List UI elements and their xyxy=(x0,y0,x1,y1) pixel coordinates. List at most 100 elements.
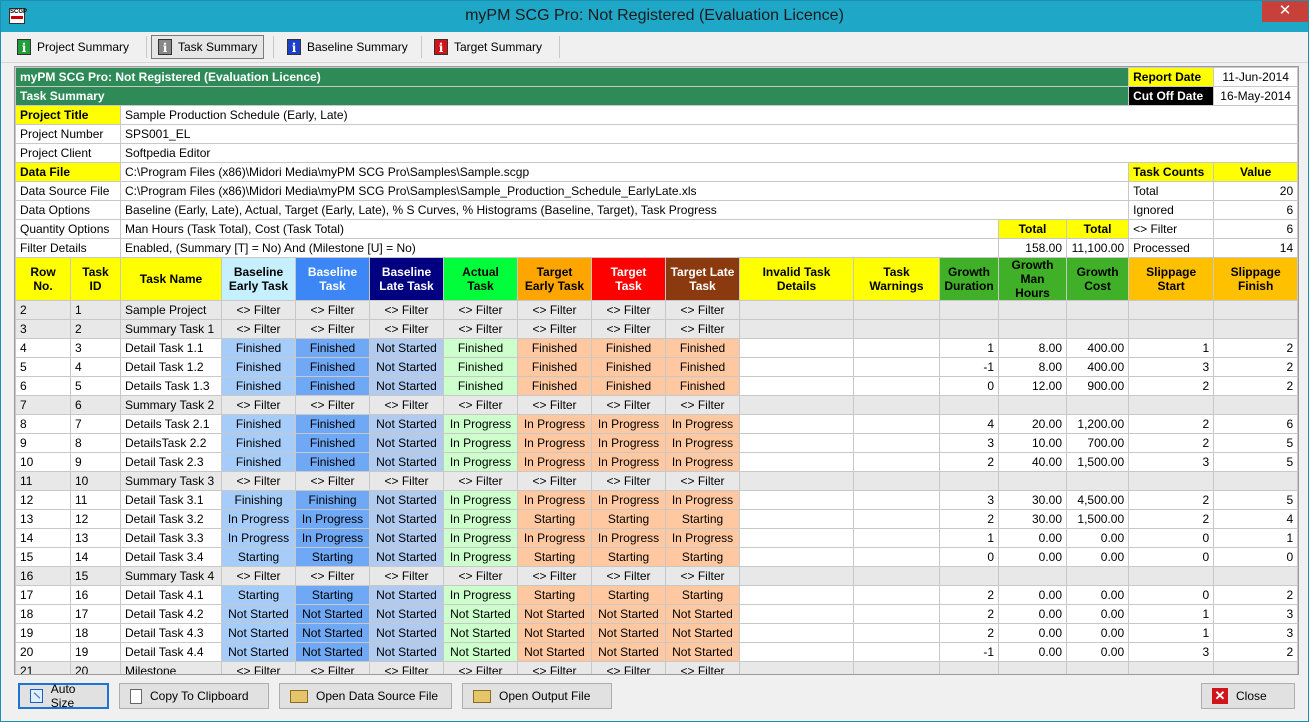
col-invalid-details[interactable]: Invalid Task Details xyxy=(739,257,854,301)
cell-row-no: 11 xyxy=(15,471,71,491)
table-row[interactable]: 5 4 Detail Task 1.2 Finished Finished Not Sta… xyxy=(15,357,1298,377)
col-baseline-late[interactable]: Baseline Late Task xyxy=(369,257,444,301)
info-blue-icon: i xyxy=(287,39,301,55)
cell-task-warnings xyxy=(853,319,940,339)
cell-target-late-status: Finished xyxy=(665,357,740,377)
cell-task-warnings xyxy=(853,528,940,548)
window-close-button[interactable]: ✕ xyxy=(1262,1,1308,22)
cell-target-early-status: In Progress xyxy=(517,452,592,472)
tab-label: Project Summary xyxy=(37,40,130,54)
task-summary-grid[interactable]: myPM SCG Pro: Not Registered (Evaluation… xyxy=(14,66,1299,675)
table-row[interactable]: 10 9 Detail Task 2.3 Finished Finished Not St… xyxy=(15,452,1298,472)
col-task-name[interactable]: Task Name xyxy=(120,257,222,301)
col-target[interactable]: Target Task xyxy=(591,257,666,301)
col-growth-man-hours[interactable]: Growth Man Hours xyxy=(998,257,1067,301)
cell-target-early-status: Starting xyxy=(517,509,592,529)
table-row[interactable]: 17 16 Detail Task 4.1 Starting Starting Not S… xyxy=(15,585,1298,605)
cell-slippage-finish: 2 xyxy=(1213,642,1298,662)
cell-actual-status: In Progress xyxy=(443,433,518,453)
title-bar: SCGP myPM SCG Pro: Not Registered (Evalu… xyxy=(1,1,1308,32)
col-slippage-finish[interactable]: Slippage Finish xyxy=(1213,257,1298,301)
sheet-title-cell: Task Summary xyxy=(15,86,1130,106)
cell-slippage-start: 2 xyxy=(1128,414,1215,434)
col-growth-cost[interactable]: Growth Cost xyxy=(1065,257,1130,301)
cell-target-early-status: Not Started xyxy=(517,623,592,643)
table-row[interactable]: 6 5 Details Task 1.3 Finished Finished Not St… xyxy=(15,376,1298,396)
copy-to-clipboard-button[interactable]: Copy To Clipboard xyxy=(119,683,269,709)
cell-growth-man-hours xyxy=(998,300,1067,320)
table-row[interactable]: 12 11 Detail Task 3.1 Finishing Finishing Not… xyxy=(15,490,1298,510)
cell-slippage-finish: 1 xyxy=(1213,528,1298,548)
cell-target-late-status: Finished xyxy=(665,338,740,358)
cell-target-status: <> Filter xyxy=(591,300,666,320)
col-task-warnings[interactable]: Task Warnings xyxy=(853,257,940,301)
table-row[interactable]: 2 1 Sample Project <> Filter <> Filter <> Fil… xyxy=(15,300,1298,320)
col-baseline[interactable]: Baseline Task xyxy=(295,257,370,301)
cell-task-name: Detail Task 2.3 xyxy=(120,452,222,472)
auto-size-button[interactable]: Auto Size xyxy=(18,682,109,710)
tab-task-summary[interactable]: i Task Summary xyxy=(151,35,265,59)
col-growth-duration[interactable]: Growth Duration xyxy=(939,257,999,301)
cell-growth-duration: 4 xyxy=(939,414,999,434)
tab-target-summary[interactable]: i Target Summary xyxy=(428,35,548,59)
col-target-early[interactable]: Target Early Task xyxy=(517,257,592,301)
col-target-late[interactable]: Target Late Task xyxy=(665,257,740,301)
cell-slippage-start xyxy=(1128,566,1215,586)
col-actual[interactable]: Actual Task xyxy=(443,257,518,301)
col-slippage-start[interactable]: Slippage Start xyxy=(1128,257,1215,301)
cell-growth-man-hours: 8.00 xyxy=(998,338,1067,358)
col-task-id[interactable]: Task ID xyxy=(70,257,121,301)
close-button[interactable]: ✕ Close xyxy=(1201,683,1295,709)
cell-baseline-status: Not Started xyxy=(295,604,370,624)
cell-baseline-status: Finishing xyxy=(295,490,370,510)
table-row[interactable]: 4 3 Detail Task 1.1 Finished Finished Not Sta… xyxy=(15,338,1298,358)
cell-task-id: 20 xyxy=(70,661,121,674)
quantity-options-label: Quantity Options xyxy=(15,219,121,239)
cell-growth-duration: 2 xyxy=(939,604,999,624)
cell-row-no: 8 xyxy=(15,414,71,434)
cell-baseline-late-status: <> Filter xyxy=(369,395,444,415)
report-date-label: Report Date xyxy=(1128,67,1215,87)
tab-project-summary[interactable]: i Project Summary xyxy=(11,35,135,59)
table-row[interactable]: 13 12 Detail Task 3.2 In Progress In Progres… xyxy=(15,509,1298,529)
tab-baseline-summary[interactable]: i Baseline Summary xyxy=(281,35,414,59)
data-file-label: Data File xyxy=(15,162,121,182)
cell-growth-cost: 0.00 xyxy=(1065,623,1130,643)
cell-slippage-start: 3 xyxy=(1128,642,1215,662)
table-row[interactable]: 9 8 DetailsTask 2.2 Finished Finished Not Sta… xyxy=(15,433,1298,453)
cell-row-no: 19 xyxy=(15,623,71,643)
cell-baseline-status: In Progress xyxy=(295,509,370,529)
table-row[interactable]: 16 15 Summary Task 4 <> Filter <> Filter <> F… xyxy=(15,566,1298,586)
cell-baseline-status: Finished xyxy=(295,357,370,377)
cell-actual-status: Finished xyxy=(443,338,518,358)
project-title-value: Sample Production Schedule (Early, Late) xyxy=(119,105,1298,125)
table-row[interactable]: 14 13 Detail Task 3.3 In Progress In Progres… xyxy=(15,528,1298,548)
cell-task-name: Detail Task 3.4 xyxy=(120,547,222,567)
open-output-file-button[interactable]: Open Output File xyxy=(462,683,612,709)
cell-task-id: 10 xyxy=(70,471,121,491)
cell-baseline-status: Finished xyxy=(295,414,370,434)
table-row[interactable]: 3 2 Summary Task 1 <> Filter <> Filter <> Fil… xyxy=(15,319,1298,339)
col-row-no[interactable]: Row No. xyxy=(15,257,71,301)
table-row[interactable]: 15 14 Detail Task 3.4 Starting Starting Not S… xyxy=(15,547,1298,567)
table-row[interactable]: 21 20 Milestone <> Filter <> Filter <> Filter… xyxy=(15,661,1298,674)
cell-invalid-details xyxy=(739,300,854,320)
table-row[interactable]: 8 7 Details Task 2.1 Finished Finished Not St… xyxy=(15,414,1298,434)
task-rows: 2 1 Sample Project <> Filter <> Filter <> Fil… xyxy=(15,300,1298,674)
project-number-value: SPS001_EL xyxy=(119,124,1298,144)
open-data-source-button[interactable]: Open Data Source File xyxy=(279,683,452,709)
cell-target-status: Not Started xyxy=(591,623,666,643)
table-row[interactable]: 7 6 Summary Task 2 <> Filter <> Filter <> Fil… xyxy=(15,395,1298,415)
cell-actual-status: In Progress xyxy=(443,509,518,529)
table-row[interactable]: 19 18 Detail Task 4.3 Not Started Not Starte… xyxy=(15,623,1298,643)
table-row[interactable]: 20 19 Detail Task 4.4 Not Started Not Starte… xyxy=(15,642,1298,662)
cell-target-status: Finished xyxy=(591,376,666,396)
cell-target-late-status: In Progress xyxy=(665,490,740,510)
table-row[interactable]: 11 10 Summary Task 3 <> Filter <> Filter <> F… xyxy=(15,471,1298,491)
cell-invalid-details xyxy=(739,642,854,662)
table-row[interactable]: 18 17 Detail Task 4.2 Not Started Not Starte… xyxy=(15,604,1298,624)
col-baseline-early[interactable]: Baseline Early Task xyxy=(221,257,296,301)
cell-baseline-late-status: Not Started xyxy=(369,357,444,377)
cell-invalid-details xyxy=(739,623,854,643)
cell-task-name: DetailsTask 2.2 xyxy=(120,433,222,453)
